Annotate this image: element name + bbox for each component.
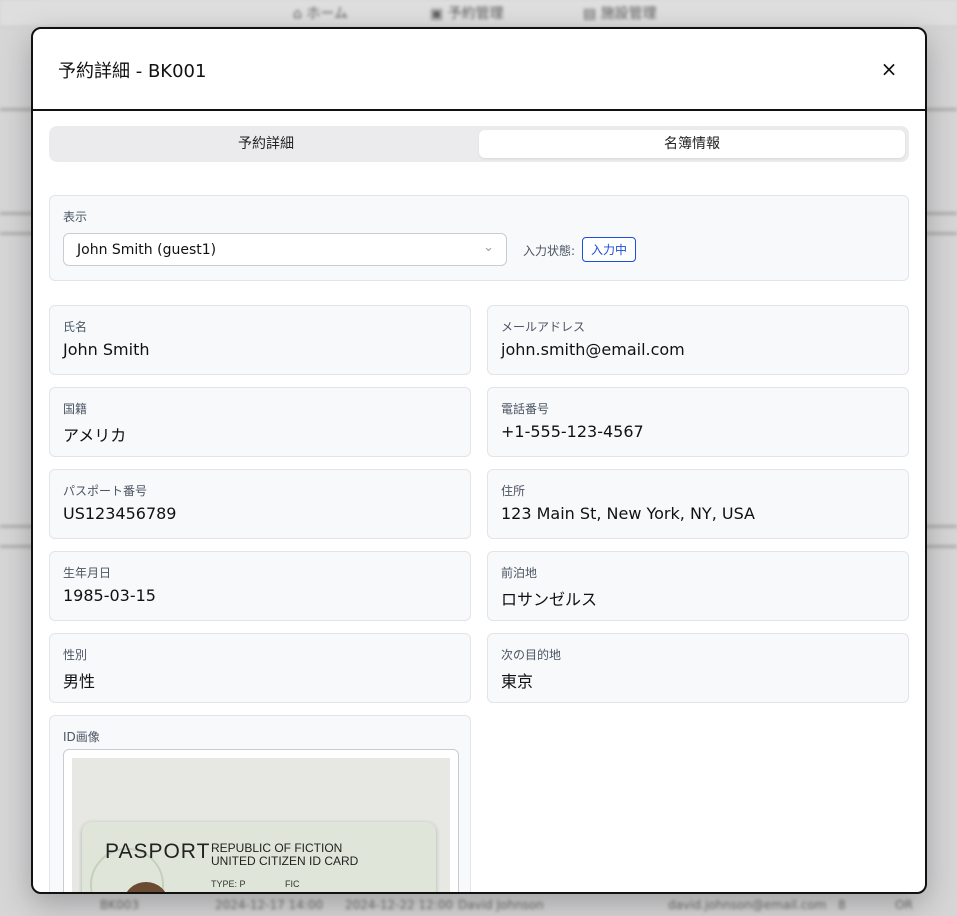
field-label: 電話番号 xyxy=(501,402,550,416)
field-previous-stay: 前泊地 ロサンゼルス xyxy=(487,551,909,621)
field-value: john.smith@email.com xyxy=(501,340,685,359)
field-name: 氏名 John Smith xyxy=(49,305,471,375)
field-address: 住所 123 Main St, New York, NY, USA xyxy=(487,469,909,539)
modal-header: 予約詳細 - BK001 × xyxy=(33,29,925,111)
modal-title: 予約詳細 - BK001 xyxy=(58,61,207,82)
field-id-image: ID画像 PASPORT REPUBLIC OF FICTION UNITED … xyxy=(49,715,471,892)
field-value: John Smith xyxy=(63,340,150,359)
field-value: 東京 xyxy=(501,672,534,691)
field-label: ID画像 xyxy=(63,730,100,744)
field-value: +1-555-123-4567 xyxy=(501,422,644,441)
field-phone: 電話番号 +1-555-123-4567 xyxy=(487,387,909,457)
field-label: 氏名 xyxy=(63,320,88,334)
field-label: 住所 xyxy=(501,484,526,498)
chevron-down-icon: ⌄ xyxy=(483,240,494,255)
tab-guest-registry[interactable]: 名簿情報 xyxy=(479,130,905,158)
display-selector-card: 表示 John Smith (guest1) ⌄ 入力状態: 入力中 xyxy=(49,195,909,281)
field-value: 男性 xyxy=(63,672,96,691)
input-status-label: 入力状態: xyxy=(523,244,576,258)
passport-type: TYPE: P xyxy=(211,879,246,889)
field-value: ロサンゼルス xyxy=(501,590,598,609)
field-label: パスポート番号 xyxy=(63,484,148,498)
passport-card: PASPORT REPUBLIC OF FICTION UNITED CITIZ… xyxy=(82,822,436,892)
passport-image: PASPORT REPUBLIC OF FICTION UNITED CITIZ… xyxy=(72,758,450,892)
field-passport-number: パスポート番号 US123456789 xyxy=(49,469,471,539)
field-label: 性別 xyxy=(63,648,88,662)
display-label: 表示 xyxy=(63,210,88,224)
passport-code: FIC xyxy=(285,879,300,889)
field-value: アメリカ xyxy=(63,426,127,445)
tab-bar: 予約詳細 名簿情報 xyxy=(49,126,909,162)
input-status-badge: 入力中 xyxy=(582,237,637,262)
close-icon[interactable]: × xyxy=(879,59,899,79)
guest-select-value: John Smith (guest1) xyxy=(77,242,217,258)
field-nationality: 国籍 アメリカ xyxy=(49,387,471,457)
field-birthdate: 生年月日 1985-03-15 xyxy=(49,551,471,621)
reservation-detail-modal: 予約詳細 - BK001 × 予約詳細 名簿情報 表示 John Smith (… xyxy=(31,27,927,894)
guest-select[interactable]: John Smith (guest1) ⌄ xyxy=(63,233,507,266)
field-label: 次の目的地 xyxy=(501,648,562,662)
passport-card-type: UNITED CITIZEN ID CARD xyxy=(211,854,359,868)
field-value: 123 Main St, New York, NY, USA xyxy=(501,504,755,523)
field-next-destination: 次の目的地 東京 xyxy=(487,633,909,703)
field-label: メールアドレス xyxy=(501,320,586,334)
passport-country: REPUBLIC OF FICTION xyxy=(211,841,343,855)
passport-title: PASPORT xyxy=(105,840,211,863)
field-email: メールアドレス john.smith@email.com xyxy=(487,305,909,375)
id-image-frame[interactable]: PASPORT REPUBLIC OF FICTION UNITED CITIZ… xyxy=(63,749,459,892)
field-label: 前泊地 xyxy=(501,566,538,580)
field-label: 国籍 xyxy=(63,402,88,416)
field-gender: 性別 男性 xyxy=(49,633,471,703)
field-value: US123456789 xyxy=(63,504,177,523)
field-label: 生年月日 xyxy=(63,566,112,580)
tab-reservation-details[interactable]: 予約詳細 xyxy=(53,130,479,158)
field-value: 1985-03-15 xyxy=(63,586,156,605)
